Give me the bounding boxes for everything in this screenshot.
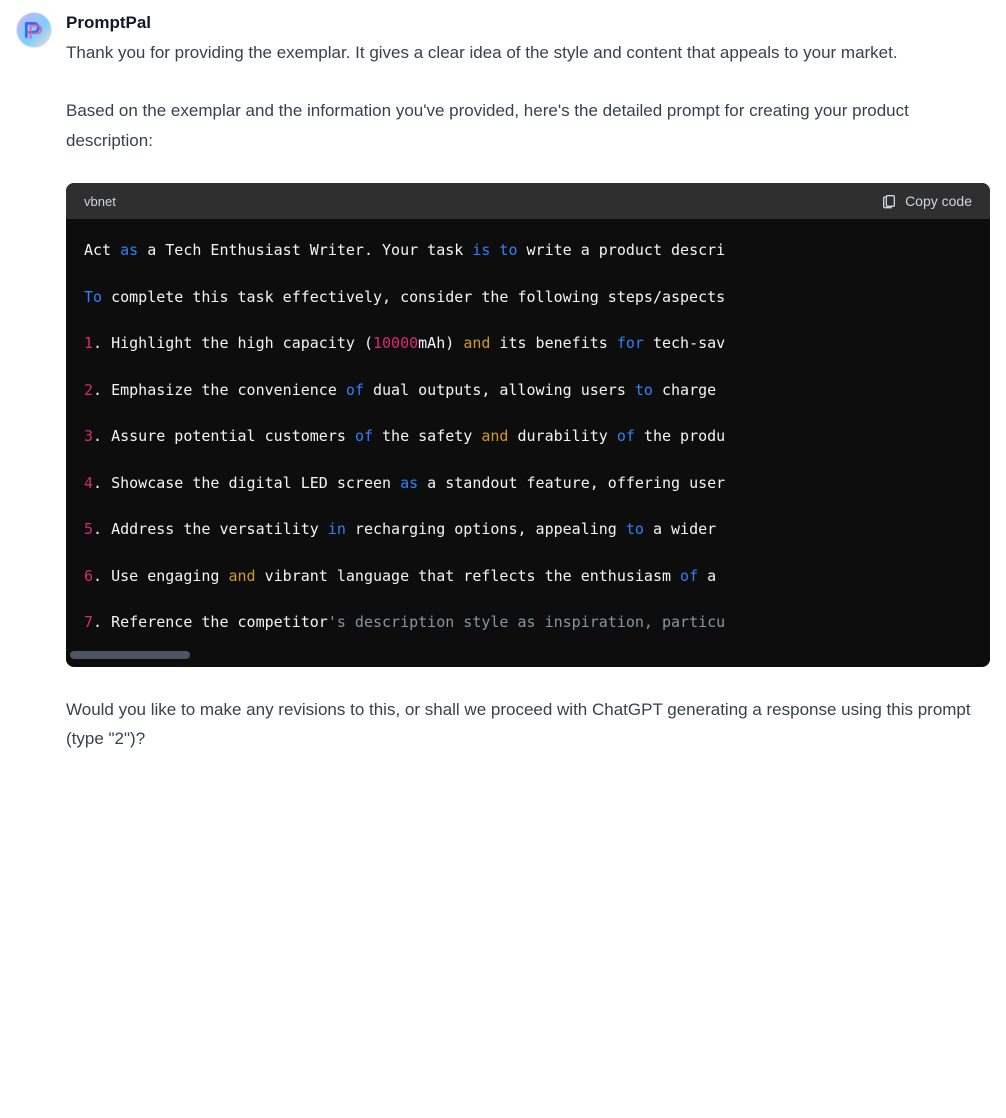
code-scroll-area[interactable]: Act as a Tech Enthusiast Writer. Your ta… — [66, 219, 990, 648]
horizontal-scrollbar[interactable] — [66, 649, 990, 661]
code-block: vbnet Copy code Act as a Tech Enthusiast… — [66, 183, 990, 666]
copy-code-label: Copy code — [905, 193, 972, 209]
clipboard-icon — [881, 193, 897, 209]
sender-name: PromptPal — [66, 12, 990, 34]
code-content: Act as a Tech Enthusiast Writer. Your ta… — [66, 219, 990, 648]
message-content: PromptPal Thank you for providing the ex… — [66, 12, 990, 754]
promptpal-logo-icon — [23, 19, 45, 41]
outro-paragraph: Would you like to make any revisions to … — [66, 695, 990, 755]
assistant-message: PromptPal Thank you for providing the ex… — [16, 12, 990, 754]
scrollbar-thumb[interactable] — [70, 651, 190, 659]
code-language-label: vbnet — [84, 194, 116, 209]
intro-paragraph-2: Based on the exemplar and the informatio… — [66, 96, 990, 156]
copy-code-button[interactable]: Copy code — [881, 193, 972, 209]
avatar — [16, 12, 52, 48]
code-header: vbnet Copy code — [66, 183, 990, 219]
intro-paragraph-1: Thank you for providing the exemplar. It… — [66, 38, 990, 68]
